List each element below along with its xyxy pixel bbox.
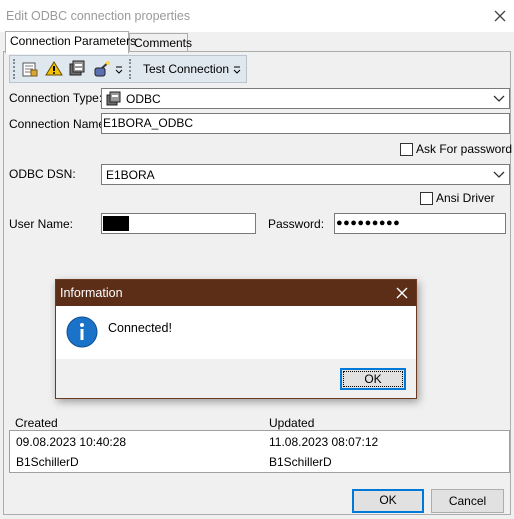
user-name-input[interactable] (101, 213, 256, 234)
connection-type-label: Connection Type: (9, 91, 103, 105)
toolbar: Test Connection (9, 55, 247, 83)
updated-by: B1SchillerD (269, 455, 332, 469)
chevron-down-icon[interactable] (233, 64, 241, 76)
toolbar-grip[interactable] (13, 59, 16, 79)
chevron-down-icon (493, 171, 505, 178)
dialog-footer: OK (56, 359, 416, 398)
cancel-button[interactable]: Cancel (431, 489, 504, 513)
connection-name-label: Connection Name: (9, 117, 109, 131)
updated-label: Updated (269, 416, 315, 430)
dialog-message: Connected! (108, 321, 172, 335)
window-titlebar: Edit ODBC connection properties (0, 0, 514, 32)
password-label: Password: (268, 217, 325, 231)
connection-name-input[interactable]: E1BORA_ODBC (101, 113, 510, 134)
info-icon (66, 316, 98, 348)
magic-wand-icon[interactable] (93, 60, 111, 78)
created-date: 09.08.2023 10:40:28 (16, 435, 127, 449)
redacted-username (103, 216, 129, 231)
information-dialog: Information Connected! OK (55, 279, 417, 399)
connection-type-value: ODBC (126, 92, 161, 106)
ansi-driver-checkbox[interactable] (420, 192, 433, 205)
close-icon (494, 10, 506, 22)
window-title: Edit ODBC connection properties (6, 9, 191, 23)
user-name-label: User Name: (9, 217, 74, 231)
toolbar-grip[interactable] (129, 59, 132, 79)
chevron-down-icon[interactable] (115, 64, 123, 76)
test-connection-button[interactable]: Test Connection (143, 62, 229, 76)
connection-type-select[interactable]: ODBC (101, 88, 510, 109)
ask-for-password-label: Ask For password (416, 142, 513, 156)
dialog-ok-button[interactable]: OK (340, 368, 406, 390)
window-close-button[interactable] (490, 5, 510, 27)
ask-for-password-checkbox[interactable] (400, 143, 413, 156)
db-icon[interactable] (69, 60, 87, 78)
created-by: B1SchillerD (16, 455, 79, 469)
chevron-down-icon (493, 95, 505, 102)
ansi-driver-label: Ansi Driver (436, 191, 495, 205)
odbc-dsn-value: E1BORA (106, 168, 155, 182)
dialog-titlebar: Information (56, 280, 416, 306)
db-icon (106, 91, 121, 106)
password-input[interactable]: ●●●●●●●●● (334, 213, 506, 234)
updated-date: 11.08.2023 08:07:12 (269, 435, 379, 449)
warning-icon[interactable] (45, 60, 63, 78)
dialog-title: Information (60, 286, 123, 300)
created-label: Created (15, 416, 58, 430)
odbc-dsn-select[interactable]: E1BORA (101, 164, 510, 185)
properties-icon[interactable] (21, 60, 39, 78)
close-icon (396, 287, 408, 299)
tab-label: Connection Parameters (10, 34, 137, 48)
odbc-dsn-label: ODBC DSN: (9, 167, 76, 181)
ok-button[interactable]: OK (352, 489, 424, 513)
dialog-close-button[interactable] (390, 281, 414, 305)
tab-connection-parameters[interactable]: Connection Parameters (5, 31, 136, 54)
tab-label: Comments (134, 36, 193, 50)
audit-info-panel: 09.08.2023 10:40:28 B1SchillerD 11.08.20… (9, 430, 510, 473)
